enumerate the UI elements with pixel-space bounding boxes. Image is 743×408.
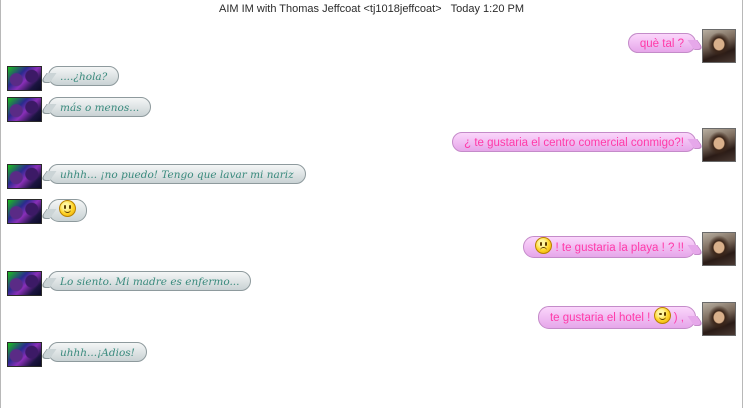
message-text: uhhh...¡Adios! bbox=[60, 347, 135, 359]
frown-icon bbox=[535, 237, 553, 254]
outgoing-message-bubble: què tal ? bbox=[627, 33, 696, 53]
message-text: más o menos... bbox=[60, 102, 140, 114]
message-row: te gustaria el hotel ! ) , bbox=[1, 302, 742, 340]
message-text-suffix: ) , bbox=[673, 312, 684, 324]
sender-avatar bbox=[702, 29, 736, 63]
incoming-message-bubble: uhhh...¡Adios! bbox=[48, 342, 147, 362]
message-text: què tal ? bbox=[639, 38, 684, 50]
buddy-avatar bbox=[7, 97, 42, 122]
message-text: te gustaria el hotel ! bbox=[549, 312, 651, 324]
buddy-avatar bbox=[7, 66, 42, 91]
buddy-avatar bbox=[7, 342, 42, 367]
message-text: Lo siento. Mi madre es enfermo... bbox=[60, 276, 240, 288]
message-row: Lo siento. Mi madre es enfermo... bbox=[1, 271, 742, 305]
buddy-avatar bbox=[7, 271, 42, 296]
chat-title: AIM IM with Thomas Jeffcoat <tj1018jeffc… bbox=[219, 3, 442, 15]
message-row: ¿ te gustaria el centro comercial conmig… bbox=[1, 128, 742, 166]
message-text: uhhh... ¡no puedo! Tengo que lavar mi na… bbox=[60, 169, 294, 181]
incoming-message-bubble: más o menos... bbox=[48, 97, 152, 117]
outgoing-message-bubble: ¿ te gustaria el centro comercial conmig… bbox=[452, 132, 696, 152]
sender-avatar bbox=[702, 128, 736, 162]
message-text: ¿ te gustaria el centro comercial conmig… bbox=[464, 137, 684, 149]
chat-window-header: AIM IM with Thomas Jeffcoat <tj1018jeffc… bbox=[1, 3, 742, 15]
incoming-message-bubble: Lo siento. Mi madre es enfermo... bbox=[48, 271, 252, 291]
incoming-message-bubble: uhhh... ¡no puedo! Tengo que lavar mi na… bbox=[48, 164, 306, 184]
outgoing-message-bubble: te gustaria el hotel ! ) , bbox=[537, 306, 696, 329]
buddy-avatar bbox=[7, 164, 42, 189]
message-text: ....¿hola? bbox=[60, 71, 108, 83]
sender-avatar bbox=[702, 232, 736, 266]
wink-icon bbox=[653, 307, 671, 324]
message-row: más o menos... bbox=[1, 97, 742, 131]
buddy-avatar bbox=[7, 199, 42, 224]
message-row: uhhh...¡Adios! bbox=[1, 342, 742, 376]
message-text: ! te gustaria la playa ! ? !! bbox=[555, 242, 685, 254]
message-row: uhhh... ¡no puedo! Tengo que lavar mi na… bbox=[1, 164, 742, 198]
outgoing-message-bubble: ! te gustaria la playa ! ? !! bbox=[523, 236, 696, 258]
incoming-message-bubble: ....¿hola? bbox=[48, 66, 120, 86]
message-row: ! te gustaria la playa ! ? !! bbox=[1, 232, 742, 270]
message-row: ....¿hola? bbox=[1, 66, 742, 100]
message-row bbox=[1, 199, 742, 233]
smile-icon bbox=[59, 200, 76, 217]
chat-timestamp: Today 1:20 PM bbox=[450, 3, 524, 15]
incoming-message-bubble bbox=[48, 199, 87, 222]
message-row: què tal ? bbox=[1, 29, 742, 67]
sender-avatar bbox=[702, 302, 736, 336]
